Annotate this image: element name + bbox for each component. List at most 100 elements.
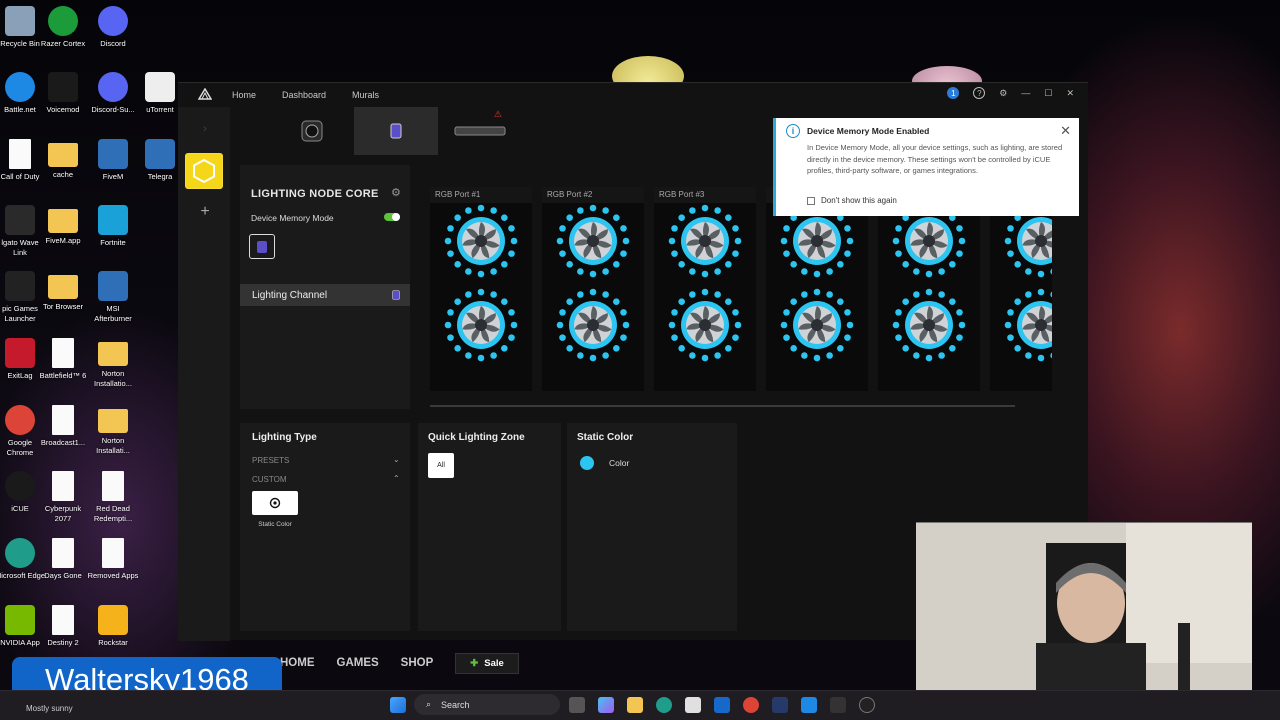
desktop-icon-label: Red Dead Redempti... — [93, 504, 133, 523]
tab-device-pump[interactable] — [270, 107, 354, 155]
fan-led[interactable] — [555, 287, 631, 363]
device-memory-button[interactable] — [249, 234, 275, 259]
store-games[interactable]: GAMES — [337, 657, 379, 669]
fan-led[interactable] — [667, 287, 743, 363]
minimize-icon[interactable]: — — [1021, 88, 1030, 98]
desktop-icon[interactable]: Broadcast1... — [37, 405, 89, 448]
discord-icon — [98, 6, 128, 36]
rgb-port-6[interactable] — [990, 187, 1052, 391]
desktop-icon[interactable]: Cyberpunk 2077 — [37, 471, 89, 523]
close-icon[interactable]: ✕ — [1066, 88, 1074, 99]
nav-dashboard[interactable]: Dashboard — [282, 90, 326, 100]
file-explorer-icon[interactable] — [627, 697, 643, 713]
rgb-port-5[interactable] — [878, 187, 980, 391]
desktop-icon[interactable]: Fortnite — [87, 205, 139, 248]
desktop-icon[interactable]: MSI Afterburner — [87, 271, 139, 323]
wave-link-icon — [5, 205, 35, 235]
rgb-port-4[interactable] — [766, 187, 868, 391]
weather-text[interactable]: Mostly sunny — [26, 704, 73, 713]
fan-led[interactable] — [779, 287, 855, 363]
desktop-icon[interactable]: cache — [37, 139, 89, 180]
desktop-icon[interactable]: Tor Browser — [37, 271, 89, 312]
color-swatch[interactable] — [580, 456, 594, 470]
recycle-bin-icon — [5, 6, 35, 36]
fan-led[interactable] — [891, 287, 967, 363]
nav-murals[interactable]: Murals — [352, 90, 379, 100]
ports-scrollbar[interactable] — [430, 405, 1015, 407]
desktop-icon[interactable]: Discord — [87, 6, 139, 49]
dont-show-checkbox[interactable] — [807, 197, 815, 205]
chevron-down-icon[interactable]: ⌄ — [393, 455, 400, 464]
notification-badge[interactable]: 1 — [947, 87, 960, 99]
file-icon — [52, 538, 74, 568]
desktop-icon[interactable]: Voicemod — [37, 72, 89, 115]
device-memory-toggle[interactable] — [384, 213, 400, 221]
fan-led[interactable] — [555, 203, 631, 279]
dont-show-label[interactable]: Don't show this again — [821, 196, 897, 205]
fan-icon — [556, 204, 630, 278]
desktop-icon[interactable]: Removed Apps — [87, 538, 139, 581]
desktop-icon[interactable]: Norton Installati... — [87, 405, 139, 455]
rgb-port-2[interactable]: RGB Port #2 — [542, 187, 644, 391]
chevron-up-icon[interactable]: ⌃ — [393, 474, 400, 483]
fan-icon — [892, 288, 966, 362]
nav-home[interactable]: Home — [232, 90, 256, 100]
rgb-port-1[interactable]: RGB Port #1 — [430, 187, 532, 391]
lighting-channel-item[interactable]: Lighting Channel — [240, 284, 410, 306]
file-icon — [102, 538, 124, 568]
icue-taskbar-icon[interactable] — [859, 697, 875, 713]
desktop-icon[interactable]: Discord-Su... — [87, 72, 139, 115]
desktop-icon[interactable]: FiveM — [87, 139, 139, 182]
start-windows-icon[interactable] — [390, 697, 406, 713]
desktop-icon[interactable]: FiveM.app — [37, 205, 89, 246]
settings-gear-icon[interactable]: ⚙ — [999, 88, 1007, 99]
info-icon: i — [786, 124, 800, 138]
fan-led[interactable] — [443, 287, 519, 363]
tab-device-lighting-node[interactable] — [354, 107, 438, 155]
taskbar-search[interactable]: ⌕ Search — [414, 694, 560, 715]
help-icon[interactable]: ? — [973, 87, 986, 99]
zone-all-button[interactable]: All — [428, 453, 454, 478]
mail-icon[interactable] — [714, 697, 730, 713]
tab-device-headset[interactable]: ⚠ — [438, 107, 522, 155]
app-icon-2[interactable] — [830, 697, 846, 713]
desktop-icon[interactable]: Days Gone — [37, 538, 89, 581]
desktop-icon[interactable]: Norton Installatio... — [87, 338, 139, 388]
desktop-icon[interactable]: Razer Cortex — [37, 6, 89, 49]
maximize-icon[interactable]: ☐ — [1044, 88, 1052, 99]
notification-close-icon[interactable]: ✕ — [1060, 123, 1071, 139]
file-icon — [52, 405, 74, 435]
task-view-icon[interactable] — [569, 697, 585, 713]
desktop-icon[interactable]: Battlefield™ 6 — [37, 338, 89, 381]
fan-led[interactable] — [1003, 287, 1052, 363]
desktop-icon[interactable]: Destiny 2 — [37, 605, 89, 648]
edge-icon[interactable] — [656, 697, 672, 713]
store-icon[interactable] — [685, 697, 701, 713]
desktop-icon-label: Voicemod — [46, 105, 80, 114]
sale-button[interactable]: ✚ Sale — [455, 652, 519, 674]
battlenet-icon[interactable] — [801, 697, 817, 713]
copilot-icon[interactable] — [598, 697, 614, 713]
presets-label[interactable]: PRESETS — [252, 456, 289, 465]
desktop-icon[interactable]: Red Dead Redempti... — [87, 471, 139, 523]
fan-led[interactable] — [667, 203, 743, 279]
store-home[interactable]: HOME — [280, 657, 315, 669]
desktop-icon-label: Norton Installati... — [96, 436, 130, 455]
add-device-icon[interactable]: + — [195, 203, 215, 221]
static-color-effect-button[interactable] — [252, 491, 298, 515]
chrome-icon[interactable] — [743, 697, 759, 713]
rgb-port-label: RGB Port #2 — [542, 187, 644, 203]
device-memory-label: Device Memory Mode — [251, 213, 334, 223]
rgb-port-3[interactable]: RGB Port #3 — [654, 187, 756, 391]
rgb-ports-strip: RGB Port #1 RGB Port #2 RGB Port #3 — [430, 187, 1052, 391]
store-shop[interactable]: SHOP — [401, 657, 434, 669]
app-icon[interactable] — [772, 697, 788, 713]
fan-led[interactable] — [443, 203, 519, 279]
custom-label[interactable]: CUSTOM — [252, 475, 287, 484]
pump-icon — [301, 120, 323, 142]
sidebar-device-lighting-node[interactable] — [185, 153, 223, 189]
device-settings-icon[interactable]: ⚙ — [391, 186, 401, 199]
desktop-icon[interactable]: Rockstar — [87, 605, 139, 648]
nvidia-icon — [5, 605, 35, 635]
sidebar-expand-icon[interactable]: › — [195, 123, 215, 139]
